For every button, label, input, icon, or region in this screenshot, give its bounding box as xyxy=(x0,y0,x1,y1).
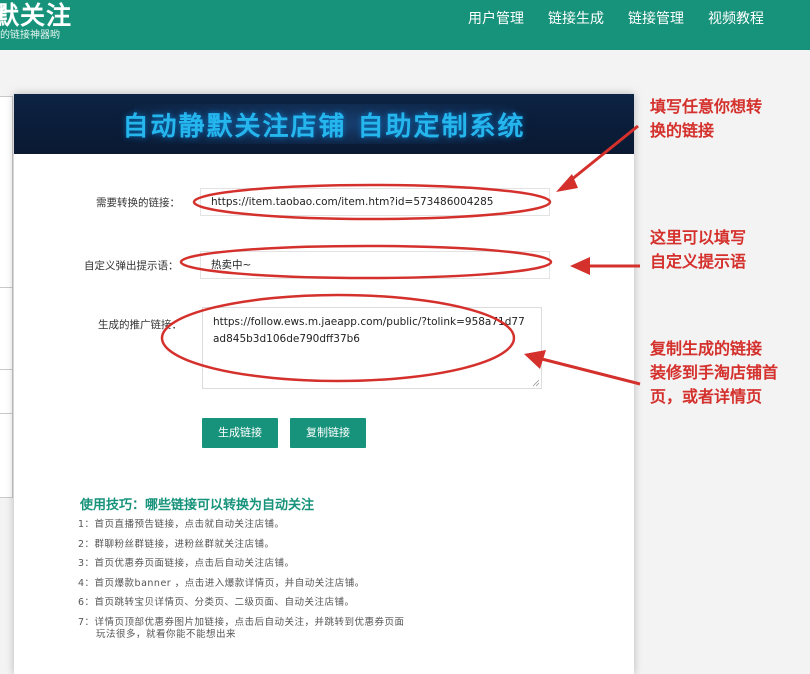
tip-label: 自定义弹出提示语： xyxy=(84,260,179,272)
copy-link-button[interactable]: 复制链接 xyxy=(290,418,366,448)
panel-divider xyxy=(0,287,12,288)
banner-title: 自动静默关注店铺 自助定制系统 xyxy=(122,112,526,142)
nav-item-video-tutorial[interactable]: 视频教程 xyxy=(708,10,764,28)
tips-title: 使用技巧：哪些链接可以转换为自动关注 xyxy=(80,498,315,513)
annotation-line: 填写任意你想转 xyxy=(650,97,763,116)
panel-divider xyxy=(0,369,12,370)
tips-footer: 玩法很多，就看你能不能想出来 xyxy=(96,629,237,640)
logo-title[interactable]: 默关注 xyxy=(0,0,72,32)
main-nav: 用户管理 链接生成 链接管理 视频教程 xyxy=(468,10,764,28)
generate-link-button[interactable]: 生成链接 xyxy=(202,418,278,448)
annotation-text: 复制生成的链接 装修到手淘店铺首 页，或者详情页 xyxy=(650,337,778,409)
annotation-line: 自定义提示语 xyxy=(650,252,747,271)
link-input[interactable]: https://item.taobao.com/item.htm?id=5734… xyxy=(200,188,550,216)
nav-item-link-generate[interactable]: 链接生成 xyxy=(548,10,604,28)
panel-divider xyxy=(0,413,12,414)
tip-input[interactable]: 热卖中~ xyxy=(200,251,550,279)
tip-item: 4：首页爆款banner ，点击进入爆款详情页，并自动关注店铺。 xyxy=(78,577,365,589)
annotation-line: 复制生成的链接 xyxy=(650,339,763,358)
nav-item-link-management[interactable]: 链接管理 xyxy=(628,10,684,28)
resize-grip-icon[interactable] xyxy=(532,379,540,387)
result-text: https://follow.ews.m.jaeapp.com/public/?… xyxy=(213,316,525,345)
tip-item: 1：首页直播预告链接，点击就自动关注店铺。 xyxy=(78,519,285,530)
tips-list: 1：首页直播预告链接，点击就自动关注店铺。 2：群聊粉丝群链接，进粉丝群就关注店… xyxy=(78,515,405,633)
annotation-line: 装修到手淘店铺首 xyxy=(650,363,779,382)
tip-item: 3：首页优惠券页面链接，点击后自动关注店铺。 xyxy=(78,558,295,570)
nav-item-user-management[interactable]: 用户管理 xyxy=(468,10,524,28)
annotation-line: 换的链接 xyxy=(650,121,715,140)
logo-subtitle: 的链接神器哟 xyxy=(0,30,60,41)
banner: 自动静默关注店铺 自助定制系统 xyxy=(14,94,634,154)
result-textarea[interactable]: https://follow.ews.m.jaeapp.com/public/?… xyxy=(202,307,542,389)
generator-card: 自动静默关注店铺 自助定制系统 需要转换的链接： https://item.ta… xyxy=(14,94,634,674)
annotation-line: 页，或者详情页 xyxy=(650,387,763,406)
annotation-text: 这里可以填写 自定义提示语 xyxy=(650,226,746,274)
tip-item: 2：群聊粉丝群链接，进粉丝群就关注店铺。 xyxy=(78,538,275,550)
top-nav-bar: 默关注 的链接神器哟 用户管理 链接生成 链接管理 视频教程 xyxy=(0,0,810,50)
annotation-text: 填写任意你想转 换的链接 xyxy=(650,95,762,143)
link-label: 需要转换的链接： xyxy=(96,197,180,209)
left-side-panel xyxy=(0,96,13,498)
tip-item: 6：首页跳转宝贝详情页、分类页、二级页面、自动关注店铺。 xyxy=(78,597,355,609)
result-label: 生成的推广链接： xyxy=(98,319,182,331)
annotation-line: 这里可以填写 xyxy=(650,228,747,247)
